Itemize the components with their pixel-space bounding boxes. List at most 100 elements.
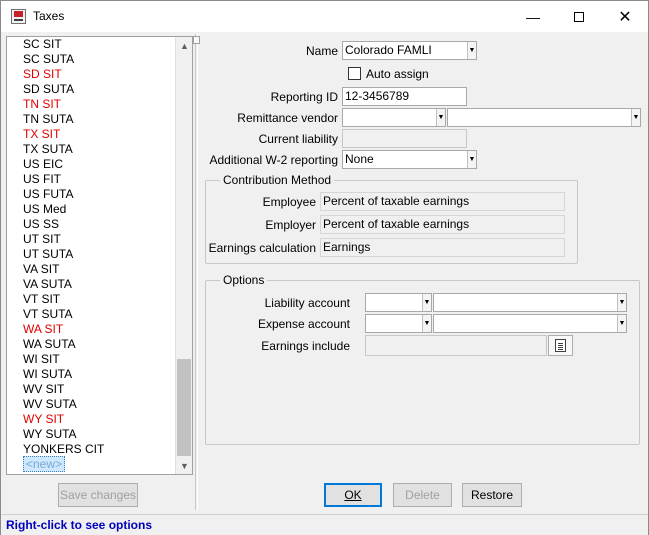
list-item[interactable]: US Med bbox=[7, 202, 175, 217]
app-icon[interactable] bbox=[11, 9, 26, 24]
chevron-down-icon[interactable]: ▼ bbox=[422, 315, 431, 332]
list-item[interactable]: TN SIT bbox=[7, 97, 175, 112]
delete-button[interactable]: Delete bbox=[393, 483, 452, 507]
list-item-label: SC SUTA bbox=[23, 52, 75, 66]
liability-account-label: Liability account bbox=[264, 296, 350, 310]
list-item-label: VA SUTA bbox=[23, 277, 72, 291]
chevron-down-icon[interactable]: ▼ bbox=[617, 294, 626, 311]
list-item-label: WV SIT bbox=[23, 382, 65, 396]
list-item[interactable]: <new> bbox=[7, 456, 175, 472]
w2-reporting-combo[interactable]: None ▼ bbox=[342, 150, 477, 169]
chevron-up-icon: ▲ bbox=[180, 40, 189, 51]
splitter-handle[interactable] bbox=[193, 36, 200, 44]
minimize-icon: — bbox=[526, 8, 540, 25]
list-item-label: UT SUTA bbox=[23, 247, 74, 261]
list-item[interactable]: VT SIT bbox=[7, 292, 175, 307]
chevron-down-icon[interactable]: ▼ bbox=[631, 109, 640, 126]
expense-account-name-combo[interactable]: ▼ bbox=[433, 314, 627, 333]
list-item[interactable]: SD SUTA bbox=[7, 82, 175, 97]
list-item[interactable]: VT SUTA bbox=[7, 307, 175, 322]
maximize-icon bbox=[574, 11, 584, 22]
list-item[interactable]: WV SUTA bbox=[7, 397, 175, 412]
restore-button[interactable]: Restore bbox=[462, 483, 522, 507]
name-value: Colorado FAMLI bbox=[345, 43, 432, 57]
employer-method-field: Percent of taxable earnings bbox=[320, 215, 565, 234]
list-item-label: SD SUTA bbox=[23, 82, 75, 96]
reporting-id-input[interactable]: 12-3456789 bbox=[342, 87, 467, 106]
chevron-down-icon[interactable]: ▼ bbox=[617, 315, 626, 332]
list-item[interactable]: WA SIT bbox=[7, 322, 175, 337]
list-item[interactable]: SC SIT bbox=[7, 37, 175, 52]
reporting-id-label: Reporting ID bbox=[270, 90, 338, 104]
auto-assign-checkbox[interactable] bbox=[348, 67, 361, 80]
title-bar[interactable]: Taxes — ✕ bbox=[1, 1, 648, 32]
list-scrollbar[interactable]: ▲ ▼ bbox=[175, 37, 192, 474]
liability-account-combo[interactable]: ▼ bbox=[365, 293, 432, 312]
employee-label: Employee bbox=[262, 195, 316, 209]
chevron-down-icon[interactable]: ▼ bbox=[467, 151, 476, 168]
list-item[interactable]: WI SUTA bbox=[7, 367, 175, 382]
list-item[interactable]: WY SIT bbox=[7, 412, 175, 427]
list-item-label: WA SUTA bbox=[23, 337, 76, 351]
list-item[interactable]: WA SUTA bbox=[7, 337, 175, 352]
ok-button[interactable]: OK bbox=[324, 483, 382, 507]
document-list-icon bbox=[555, 339, 566, 352]
list-item[interactable]: WI SIT bbox=[7, 352, 175, 367]
tax-list[interactable]: SC SIT SC SUTA SD SIT SD SUTA TN SIT TN SUTA T… bbox=[6, 36, 193, 475]
remittance-vendor-name-combo[interactable]: ▼ bbox=[447, 108, 641, 127]
list-item[interactable]: VA SUTA bbox=[7, 277, 175, 292]
list-item[interactable]: TN SUTA bbox=[7, 112, 175, 127]
list-item[interactable]: TX SIT bbox=[7, 127, 175, 142]
chevron-down-icon[interactable]: ▼ bbox=[436, 109, 445, 126]
earnings-include-button[interactable] bbox=[548, 335, 573, 356]
earnings-include-label: Earnings include bbox=[261, 339, 350, 353]
list-item-label: SD SIT bbox=[23, 67, 62, 81]
list-item-label: VT SIT bbox=[23, 292, 61, 306]
list-item-label: WY SIT bbox=[23, 412, 65, 426]
list-item-label: US FIT bbox=[23, 172, 61, 186]
earnings-calculation-field: Earnings bbox=[320, 238, 565, 257]
list-item-label: US FUTA bbox=[23, 187, 74, 201]
chevron-down-icon[interactable]: ▼ bbox=[422, 294, 431, 311]
remittance-vendor-label: Remittance vendor bbox=[237, 111, 338, 125]
list-item[interactable]: UT SIT bbox=[7, 232, 175, 247]
list-item-label: VA SIT bbox=[23, 262, 60, 276]
list-item[interactable]: US EIC bbox=[7, 157, 175, 172]
minimize-button[interactable]: — bbox=[510, 1, 556, 32]
remittance-vendor-id-combo[interactable]: ▼ bbox=[342, 108, 446, 127]
list-item[interactable]: SC SUTA bbox=[7, 52, 175, 67]
employer-label: Employer bbox=[265, 218, 316, 232]
list-item[interactable]: UT SUTA bbox=[7, 247, 175, 262]
list-item-label: SC SIT bbox=[23, 37, 62, 51]
maximize-button[interactable] bbox=[556, 1, 602, 32]
auto-assign-label: Auto assign bbox=[366, 67, 429, 81]
list-item[interactable]: US FIT bbox=[7, 172, 175, 187]
chevron-down-icon[interactable]: ▼ bbox=[467, 42, 476, 59]
list-item[interactable]: TX SUTA bbox=[7, 142, 175, 157]
name-combo[interactable]: Colorado FAMLI ▼ bbox=[342, 41, 477, 60]
current-liability-label: Current liability bbox=[258, 132, 338, 146]
close-button[interactable]: ✕ bbox=[602, 1, 648, 32]
scroll-down-arrow[interactable]: ▼ bbox=[176, 457, 192, 474]
expense-account-combo[interactable]: ▼ bbox=[365, 314, 432, 333]
expense-account-label: Expense account bbox=[257, 317, 350, 331]
save-changes-button[interactable]: Save changes bbox=[58, 483, 138, 507]
earnings-calculation-label: Earnings calculation bbox=[208, 241, 316, 255]
scroll-thumb[interactable] bbox=[177, 359, 191, 456]
list-item[interactable]: SD SIT bbox=[7, 67, 175, 82]
panel-splitter[interactable] bbox=[195, 34, 198, 510]
status-text: Right-click to see options bbox=[6, 518, 153, 532]
name-label: Name bbox=[305, 44, 338, 58]
list-item[interactable]: YONKERS CIT bbox=[7, 442, 175, 457]
list-item[interactable]: VA SIT bbox=[7, 262, 175, 277]
list-item-label: WI SIT bbox=[23, 352, 60, 366]
list-item[interactable]: US SS bbox=[7, 217, 175, 232]
list-item[interactable]: WV SIT bbox=[7, 382, 175, 397]
taxes-window: Taxes — ✕ SC SIT SC SUTA SD SIT SD SUTA TN S… bbox=[0, 0, 649, 535]
liability-account-name-combo[interactable]: ▼ bbox=[433, 293, 627, 312]
list-item[interactable]: WY SUTA bbox=[7, 427, 175, 442]
list-item[interactable]: US FUTA bbox=[7, 187, 175, 202]
close-icon: ✕ bbox=[618, 8, 632, 26]
chevron-down-icon: ▼ bbox=[180, 460, 189, 471]
scroll-up-arrow[interactable]: ▲ bbox=[176, 37, 192, 54]
